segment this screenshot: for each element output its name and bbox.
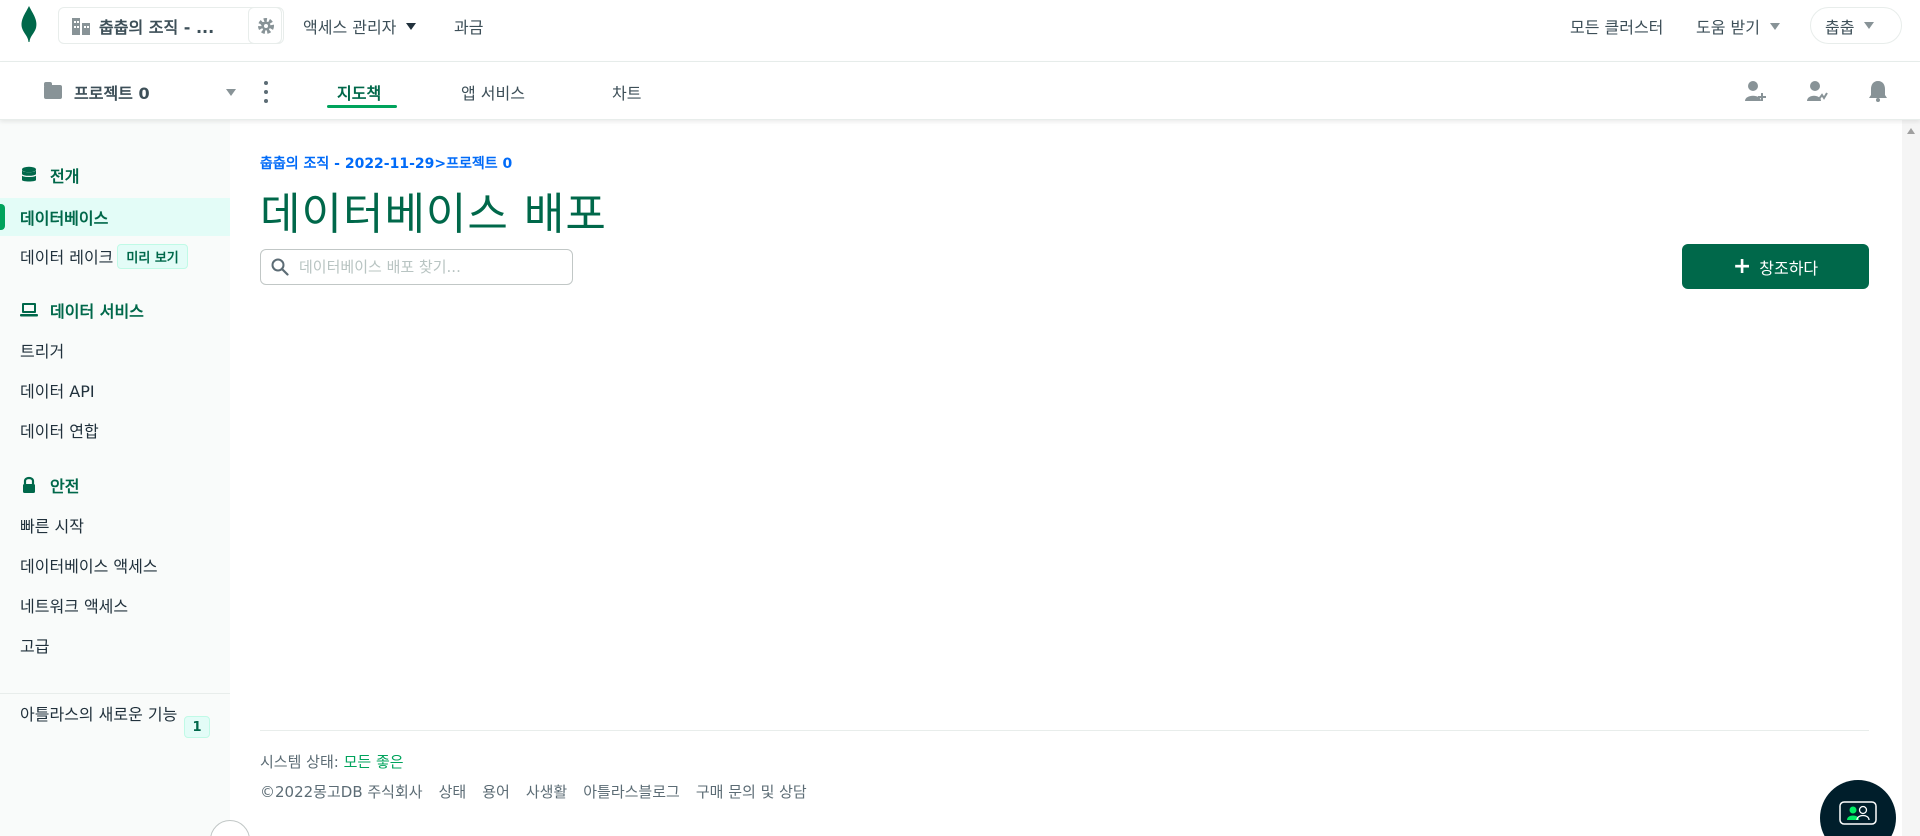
active-tab-underline: [327, 105, 397, 108]
footer-link-terms[interactable]: 용어: [482, 781, 510, 802]
footer-divider: [260, 730, 1869, 731]
top-navigation-bar: 춥춥의 조직 - ... 액세스 관리자 과금 모든 클러스터 도움 받기 춥춥: [0, 0, 1920, 62]
sidebar-item-data-federation[interactable]: 데이터 연합: [0, 411, 230, 449]
system-status-value[interactable]: 모든 좋은: [344, 753, 404, 771]
sidebar-item-data-lake[interactable]: 데이터 레이크 미리 보기: [0, 237, 230, 275]
whats-new-count-badge: 1: [184, 716, 210, 738]
sidebar-item-label: 데이터 레이크: [20, 248, 114, 267]
sidebar-item-databases[interactable]: 데이터베이스: [0, 198, 230, 236]
project-bar: 프로젝트 0 지도책 앱 서비스 차트: [0, 62, 1920, 120]
lock-icon: [23, 476, 35, 493]
access-manager-menu[interactable]: 액세스 관리자: [303, 14, 417, 38]
plus-icon: +: [1732, 254, 1752, 279]
bell-icon[interactable]: [1866, 79, 1890, 103]
breadcrumb[interactable]: 춥춥의 조직 - 2022-11-29>프로젝트 0: [260, 153, 512, 173]
tab-atlas[interactable]: 지도책: [337, 80, 381, 104]
billing-link[interactable]: 과금: [454, 14, 483, 38]
scroll-up-arrow-icon[interactable]: [1907, 128, 1915, 134]
copyright-text: ©2022몽고DB 주식회사: [260, 783, 423, 801]
vertical-scrollbar[interactable]: [1902, 120, 1920, 836]
tab-charts[interactable]: 차트: [612, 80, 641, 104]
whats-new-link[interactable]: 아틀라스의 새로운 기능: [20, 702, 180, 727]
sidebar-item-database-access[interactable]: 데이터베이스 액세스: [0, 546, 230, 584]
system-status-label: 시스템 상태:: [260, 753, 344, 771]
organization-name: 춥춥의 조직 - ...: [99, 17, 215, 37]
mongodb-leaf-logo[interactable]: [19, 6, 39, 42]
sidebar-section-label: 전개: [50, 167, 80, 186]
create-button-label: 창조하다: [1759, 258, 1819, 278]
footer-link-contact-sales[interactable]: 구매 문의 및 상담: [696, 781, 807, 802]
left-sidebar: 전개 데이터베이스 데이터 레이크 미리 보기 데이터 서비스 트리거 데이터 …: [0, 120, 230, 836]
deployment-search[interactable]: [260, 249, 573, 285]
sidebar-section-security: 안전: [20, 473, 79, 497]
page-title: 데이터베이스 배포: [260, 189, 607, 240]
sidebar-item-triggers[interactable]: 트리거: [0, 331, 230, 369]
preview-badge: 미리 보기: [117, 243, 188, 269]
user-name: 춥춥: [1825, 17, 1855, 37]
user-menu[interactable]: 춥춥: [1810, 7, 1902, 44]
footer-links: ©2022몽고DB 주식회사 상태 용어 사생활 아틀라스블로그 구매 문의 및…: [260, 781, 807, 802]
building-icon: [72, 17, 90, 35]
sidebar-section-label: 데이터 서비스: [50, 302, 144, 321]
tab-app-services[interactable]: 앱 서비스: [461, 80, 525, 104]
footer-link-atlas-blog[interactable]: 아틀라스블로그: [583, 781, 680, 802]
chat-support-button[interactable]: [1820, 780, 1896, 836]
chat-people-icon: [1839, 801, 1877, 825]
footer-link-privacy[interactable]: 사생활: [526, 781, 567, 802]
help-label: 도움 받기: [1696, 18, 1760, 37]
system-status: 시스템 상태: 모든 좋은: [260, 751, 404, 772]
project-more-options-icon[interactable]: [262, 81, 270, 103]
gear-icon: [258, 17, 274, 34]
all-clusters-link[interactable]: 모든 클러스터: [1570, 14, 1663, 38]
sidebar-item-network-access[interactable]: 네트워크 액세스: [0, 586, 230, 624]
sidebar-item-advanced[interactable]: 고급: [0, 626, 230, 664]
activity-feed-icon[interactable]: [1805, 79, 1829, 103]
caret-down-icon: [406, 22, 417, 30]
search-icon: [271, 258, 289, 276]
invite-user-icon[interactable]: [1744, 79, 1768, 103]
sidebar-item-quickstart[interactable]: 빠른 시작: [0, 506, 230, 544]
help-menu[interactable]: 도움 받기: [1696, 14, 1780, 38]
sidebar-divider: [0, 693, 230, 694]
access-manager-label: 액세스 관리자: [303, 18, 397, 37]
sidebar-section-deployment: 전개: [20, 163, 79, 187]
chevron-down-icon: [1864, 22, 1875, 29]
organization-settings-button[interactable]: [248, 7, 284, 44]
search-input[interactable]: [299, 258, 559, 276]
sidebar-section-label: 안전: [50, 477, 80, 496]
footer-link-status[interactable]: 상태: [439, 781, 467, 802]
folder-icon: [44, 82, 62, 99]
sidebar-section-data-services: 데이터 서비스: [20, 298, 144, 322]
database-icon: [21, 166, 37, 182]
chevron-down-icon: [226, 88, 236, 96]
create-deployment-button[interactable]: + 창조하다: [1682, 244, 1869, 289]
project-selector[interactable]: 프로젝트 0: [44, 79, 236, 105]
sidebar-item-data-api[interactable]: 데이터 API: [0, 371, 230, 409]
project-name: 프로젝트 0: [74, 84, 150, 103]
laptop-icon: [20, 303, 38, 317]
chevron-down-icon: [1769, 22, 1780, 30]
